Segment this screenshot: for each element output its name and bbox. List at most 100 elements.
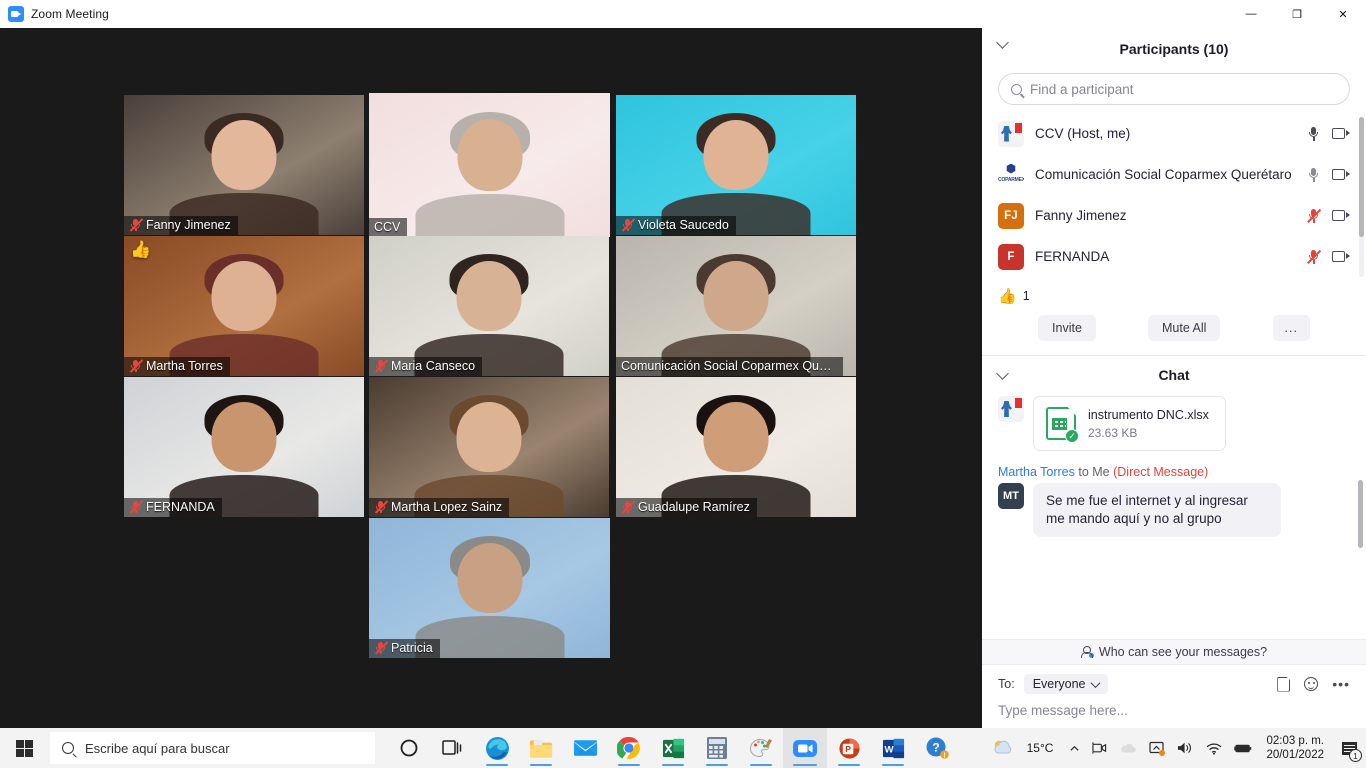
camera-icon[interactable] — [1332, 168, 1350, 181]
check-circle-icon: ✓ — [1065, 429, 1079, 443]
paint-icon[interactable] — [739, 728, 783, 768]
chat-file-message: ✓ instrumento DNC.xlsx 23.63 KB — [998, 396, 1350, 451]
video-tile[interactable]: Fanny Jimenez — [124, 95, 364, 235]
video-tile[interactable]: CCV — [369, 93, 610, 237]
who-can-see-messages-link[interactable]: Who can see your messages? — [982, 639, 1366, 665]
participant-row[interactable]: CCV (Host, me) — [982, 113, 1366, 154]
recipient-dropdown[interactable]: Everyone — [1023, 674, 1108, 694]
close-button[interactable]: ✕ — [1320, 0, 1366, 28]
video-tile[interactable]: FERNANDA — [124, 377, 364, 517]
cortana-icon[interactable] — [387, 728, 431, 768]
video-tile[interactable]: Martha Lopez Sainz — [369, 377, 609, 517]
chevron-up-icon[interactable] — [1063, 728, 1086, 768]
avatar: F — [998, 243, 1024, 270]
message-input[interactable]: Type message here... — [998, 703, 1350, 718]
chat-messages: ✓ instrumento DNC.xlsx 23.63 KB Martha T… — [982, 390, 1366, 639]
speaker-icon[interactable] — [1171, 728, 1200, 768]
file-explorer-icon[interactable] — [519, 728, 563, 768]
file-attach-icon[interactable] — [1277, 676, 1291, 692]
participant-name-bar: Patricia — [369, 639, 440, 658]
partly-cloudy-icon[interactable] — [985, 728, 1021, 768]
participant-name-bar: Martha Lopez Sainz — [369, 498, 510, 517]
video-tile[interactable]: Maria Canseco — [369, 236, 609, 376]
dm-body: MT Se me fue el internet y al ingresar m… — [998, 483, 1350, 537]
mic-icon[interactable] — [1307, 126, 1320, 142]
more-options-icon[interactable]: ••• — [1332, 677, 1350, 691]
participant-name-bar: CCV — [369, 218, 408, 237]
excel-icon[interactable] — [651, 728, 695, 768]
dm-tag: (Direct Message) — [1109, 465, 1209, 479]
avatar — [998, 396, 1024, 422]
mic-muted-icon[interactable] — [1307, 208, 1320, 224]
video-feed — [616, 95, 856, 235]
camera-icon[interactable] — [1332, 250, 1350, 263]
video-tile[interactable]: Violeta Saucedo — [616, 95, 856, 235]
participant-name: Violeta Saucedo — [638, 218, 729, 232]
minimize-button[interactable]: — — [1228, 0, 1274, 28]
video-tile[interactable]: Guadalupe Ramírez — [616, 377, 856, 517]
participant-name-bar: Martha Torres — [124, 357, 230, 376]
help-icon[interactable]: ?! — [915, 728, 959, 768]
wifi-icon[interactable] — [1200, 728, 1228, 768]
participants-scrollbar-thumb[interactable] — [1359, 117, 1364, 237]
camera-icon[interactable] — [1332, 209, 1350, 222]
chat-scrollbar-thumb[interactable] — [1358, 480, 1363, 548]
start-button[interactable] — [0, 728, 48, 768]
participant-name: Comunicación Social Coparmex Queré... — [621, 359, 836, 373]
video-feed — [124, 236, 364, 376]
reaction-summary: 👍 1 — [982, 277, 1366, 309]
search-input[interactable] — [1030, 81, 1337, 97]
notifications-icon[interactable]: 1 — [1334, 728, 1364, 768]
camera-icon[interactable] — [1332, 127, 1350, 140]
maximize-button[interactable]: ❐ — [1274, 0, 1320, 28]
participant-search-box[interactable] — [998, 73, 1350, 105]
participant-status-icons — [1307, 167, 1350, 183]
search-icon — [1011, 83, 1022, 95]
video-tile[interactable]: Comunicación Social Coparmex Queré... — [616, 236, 856, 376]
participant-status-icons — [1307, 208, 1350, 224]
file-attachment-card[interactable]: ✓ instrumento DNC.xlsx 23.63 KB — [1033, 396, 1226, 451]
screen-icon[interactable] — [1143, 728, 1171, 768]
invite-button[interactable]: Invite — [1038, 315, 1096, 341]
onedrive-icon[interactable] — [1113, 728, 1143, 768]
mic-muted-icon — [129, 500, 144, 514]
dm-recipient: to Me — [1074, 465, 1110, 479]
temperature-label: 15°C — [1026, 741, 1054, 755]
zoom-icon[interactable] — [783, 728, 827, 768]
mute-all-button[interactable]: Mute All — [1147, 315, 1221, 341]
chrome-icon[interactable] — [607, 728, 651, 768]
more-participant-options-button[interactable]: ... — [1272, 315, 1310, 341]
word-icon[interactable]: W — [871, 728, 915, 768]
powerpoint-icon[interactable]: P — [827, 728, 871, 768]
video-feed — [369, 377, 609, 517]
taskbar-search[interactable]: Escribe aquí para buscar — [50, 732, 375, 764]
task-view-icon[interactable] — [431, 728, 475, 768]
avatar: FJ — [998, 202, 1024, 229]
video-feed — [616, 377, 856, 517]
mic-muted-icon — [374, 359, 389, 373]
video-tile[interactable]: 👍 Martha Torres — [124, 236, 364, 376]
mic-muted-icon — [374, 641, 389, 655]
mail-icon[interactable] — [563, 728, 607, 768]
video-tile[interactable]: Patricia — [369, 518, 610, 658]
clock[interactable]: 02:03 p. m. 20/01/2022 — [1258, 734, 1334, 762]
mic-icon[interactable] — [1307, 167, 1320, 183]
dm-sender[interactable]: Martha Torres — [998, 465, 1075, 479]
emoji-icon[interactable] — [1304, 677, 1319, 691]
svg-text:!: ! — [943, 752, 945, 759]
participants-title: Participants (10) — [1119, 41, 1229, 57]
participant-row[interactable]: F FERNANDA — [982, 236, 1366, 277]
mic-muted-icon[interactable] — [1307, 249, 1320, 265]
chat-compose: To: Everyone ••• Type message here... — [982, 665, 1366, 728]
edge-icon[interactable] — [475, 728, 519, 768]
participant-name: FERNANDA — [146, 500, 215, 514]
camera-icon[interactable] — [1086, 728, 1113, 768]
svg-text:W: W — [884, 744, 894, 755]
calculator-icon[interactable] — [695, 728, 739, 768]
battery-icon[interactable] — [1228, 728, 1258, 768]
mic-muted-icon — [621, 500, 636, 514]
participant-row[interactable]: FJ Fanny Jimenez — [982, 195, 1366, 236]
windows-logo-icon — [15, 739, 33, 757]
participant-row[interactable]: COPARMEX Comunicación Social Coparmex Que… — [982, 154, 1366, 195]
chat-header: Chat — [982, 360, 1366, 390]
